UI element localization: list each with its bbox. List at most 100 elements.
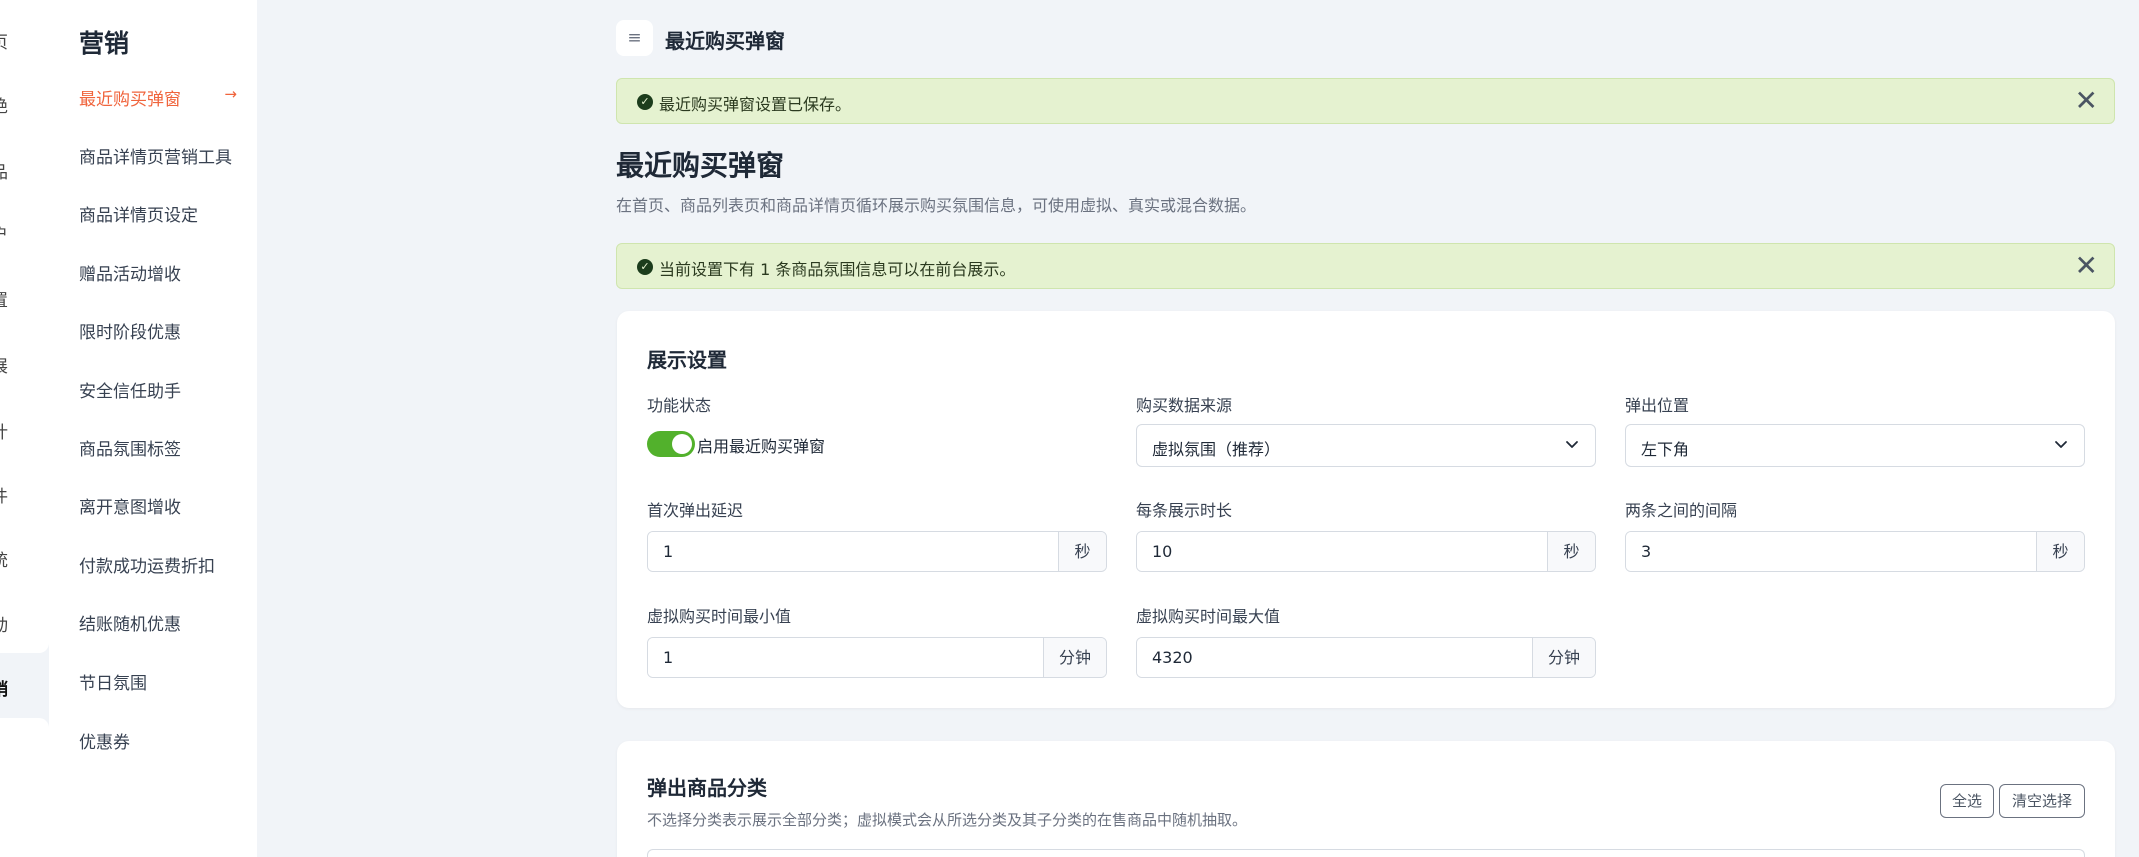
min-time-label: 虚拟购买时间最小值 [647, 607, 792, 626]
primary-nav-rail-lower [0, 718, 49, 857]
rail-item-8[interactable]: 统 [0, 546, 12, 571]
sidebar-title: 营销 [79, 29, 130, 58]
close-icon[interactable]: ✕ [2075, 250, 2098, 282]
select-value: 左下角 [1641, 440, 1690, 459]
sidebar-item-label: 结账随机优惠 [79, 615, 181, 635]
rail-item-marketing[interactable]: 销 [0, 675, 12, 700]
feature-status-label: 功能状态 [647, 396, 712, 415]
sidebar-item-holiday-theme[interactable]: 节日氛围 [79, 669, 249, 694]
close-icon[interactable]: ✕ [2075, 85, 2098, 117]
page-title: 最近购买弹窗 [616, 149, 785, 182]
sidebar-item-label: 商品详情页设定 [79, 206, 198, 226]
chevron-down-icon [2055, 441, 2067, 448]
secondary-sidebar: 营销 最近购买弹窗 → 商品详情页营销工具 商品详情页设定 赠品活动增收 限时阶… [49, 0, 257, 857]
select-value: 虚拟氛围（推荐） [1152, 440, 1281, 459]
toggle-knob [672, 434, 692, 454]
rail-item-label: 品 [0, 163, 8, 183]
info-alert: ✓ 当前设置下有 1 条商品氛围信息可以在前台展示。 ✕ [616, 243, 2115, 289]
first-delay-field: 秒 [647, 531, 1107, 572]
select-all-button[interactable]: 全选 [1940, 784, 1994, 818]
first-delay-input[interactable] [648, 532, 1058, 571]
rail-item-5[interactable]: 展 [0, 352, 12, 377]
sidebar-item-product-page-marketing[interactable]: 商品详情页营销工具 [79, 143, 249, 168]
alert-message: 最近购买弹窗设置已保存。 [659, 95, 852, 114]
sidebar-item-gift-promotion[interactable]: 赠品活动增收 [79, 260, 249, 285]
rail-item-label: 置 [0, 291, 8, 311]
max-time-input[interactable] [1137, 638, 1532, 677]
unit-label: 分钟 [1532, 638, 1595, 677]
rail-item-label: 销 [0, 680, 8, 700]
check-circle-icon: ✓ [637, 259, 653, 275]
display-duration-input[interactable] [1137, 532, 1547, 571]
display-duration-field: 秒 [1136, 531, 1596, 572]
max-time-label: 虚拟购买时间最大值 [1136, 607, 1281, 626]
category-list [647, 849, 2085, 857]
rail-item-label: 统 [0, 551, 8, 571]
page-description: 在首页、商品列表页和商品详情页循环展示购买氛围信息，可使用虚拟、真实或混合数据。 [616, 196, 1257, 215]
rail-item-2[interactable]: 品 [0, 158, 12, 183]
rail-item-label: 件 [0, 487, 8, 507]
sidebar-item-product-page-settings[interactable]: 商品详情页设定 [79, 201, 249, 226]
app-root: 页 绝 品 户 置 展 计 件 统 动 销 营销 最近购买弹窗 → 商品详情页营… [0, 0, 2139, 857]
sidebar-item-label: 安全信任助手 [79, 382, 181, 402]
data-source-label: 购买数据来源 [1136, 396, 1233, 415]
sidebar-item-label: 商品详情页营销工具 [79, 148, 232, 168]
sidebar-item-shipping-discount[interactable]: 付款成功运费折扣 [79, 552, 249, 577]
sidebar-item-label: 付款成功运费折扣 [79, 557, 215, 577]
rail-item-3[interactable]: 户 [0, 220, 12, 245]
unit-label: 秒 [1058, 532, 1106, 571]
rail-item-label: 绝 [0, 97, 8, 117]
interval-label: 两条之间的间隔 [1625, 501, 1738, 520]
sidebar-item-label: 赠品活动增收 [79, 265, 181, 285]
sidebar-item-label: 最近购买弹窗 [79, 90, 181, 110]
rail-item-9[interactable]: 动 [0, 611, 12, 636]
rail-item-0[interactable]: 页 [0, 28, 12, 53]
section-description: 不选择分类表示展示全部分类；虚拟模式会从所选分类及其子分类的在售商品中随机抽取。 [647, 811, 1248, 829]
category-card: 弹出商品分类 不选择分类表示展示全部分类；虚拟模式会从所选分类及其子分类的在售商… [617, 741, 2115, 857]
enable-popup-toggle[interactable] [647, 431, 695, 457]
display-settings-card: 展示设置 功能状态 启用最近购买弹窗 购买数据来源 虚拟氛围（推荐） 弹出位置 … [617, 311, 2115, 708]
interval-field: 秒 [1625, 531, 2085, 572]
min-time-input[interactable] [648, 638, 1043, 677]
menu-toggle-button[interactable]: ≡ [616, 20, 653, 56]
section-title: 展示设置 [647, 348, 727, 372]
rail-item-label: 页 [0, 33, 8, 53]
unit-label: 秒 [2036, 532, 2084, 571]
sidebar-item-trust-badges[interactable]: 安全信任助手 [79, 377, 249, 402]
rail-item-6[interactable]: 计 [0, 418, 12, 443]
chevron-down-icon [1566, 441, 1578, 448]
rail-item-label: 户 [0, 225, 8, 245]
rail-item-label: 计 [0, 423, 8, 443]
data-source-select[interactable]: 虚拟氛围（推荐） [1136, 424, 1596, 467]
sidebar-item-label: 商品氛围标签 [79, 440, 181, 460]
menu-icon: ≡ [627, 28, 642, 48]
interval-input[interactable] [1626, 532, 2036, 571]
rail-item-1[interactable]: 绝 [0, 92, 12, 117]
section-title: 弹出商品分类 [647, 776, 767, 800]
sidebar-item-recent-purchase-popup[interactable]: 最近购买弹窗 → [79, 85, 249, 110]
sidebar-item-label: 节日氛围 [79, 674, 147, 694]
unit-label: 分钟 [1043, 638, 1106, 677]
popup-position-label: 弹出位置 [1625, 396, 1690, 415]
popup-position-select[interactable]: 左下角 [1625, 424, 2085, 467]
min-time-field: 分钟 [647, 637, 1107, 678]
display-duration-label: 每条展示时长 [1136, 501, 1233, 520]
clear-selection-button[interactable]: 清空选择 [1999, 784, 2085, 818]
rail-item-label: 动 [0, 616, 8, 636]
topbar-title: 最近购买弹窗 [665, 29, 785, 53]
max-time-field: 分钟 [1136, 637, 1596, 678]
sidebar-item-checkout-random-discount[interactable]: 结账随机优惠 [79, 610, 249, 635]
primary-nav-rail: 页 绝 品 户 置 展 计 件 统 动 [0, 0, 49, 653]
sidebar-item-label: 限时阶段优惠 [79, 323, 181, 343]
alert-message: 当前设置下有 1 条商品氛围信息可以在前台展示。 [659, 260, 1016, 279]
rail-item-7[interactable]: 件 [0, 482, 12, 507]
sidebar-item-tiered-discount[interactable]: 限时阶段优惠 [79, 318, 249, 343]
unit-label: 秒 [1547, 532, 1595, 571]
saved-alert: ✓ 最近购买弹窗设置已保存。 ✕ [616, 78, 2115, 124]
first-delay-label: 首次弹出延迟 [647, 501, 744, 520]
sidebar-item-exit-intent[interactable]: 离开意图增收 [79, 493, 249, 518]
arrow-right-icon: → [224, 85, 237, 103]
sidebar-item-coupons[interactable]: 优惠券 [79, 728, 249, 753]
sidebar-item-product-labels[interactable]: 商品氛围标签 [79, 435, 249, 460]
rail-item-4[interactable]: 置 [0, 286, 12, 311]
